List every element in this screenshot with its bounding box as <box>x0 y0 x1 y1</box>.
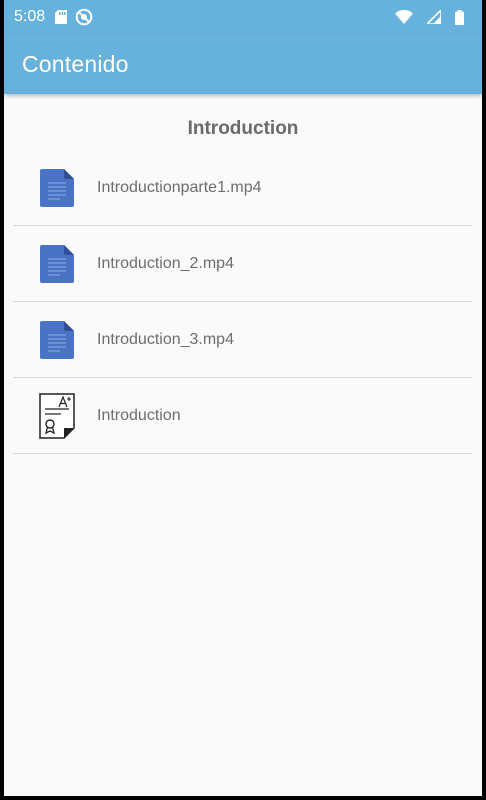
status-bar: 5:08 <box>4 0 482 34</box>
document-icon <box>27 168 87 207</box>
sd-card-icon <box>55 10 68 24</box>
list-item[interactable]: Introductionparte1.mp4 <box>13 150 472 226</box>
signal-icon <box>427 10 441 24</box>
list-item-label: Introduction <box>97 406 181 424</box>
section-title: Introduction <box>187 118 299 139</box>
list-item-label: Introduction_2.mp4 <box>97 254 234 272</box>
list-item-label: Introduction_3.mp4 <box>97 330 234 348</box>
content-area: Introduction Introductionparte1.mp4 Intr… <box>4 94 482 454</box>
content-list: Introductionparte1.mp4 Introduction_2.mp… <box>13 150 472 454</box>
list-item-label: Introductionparte1.mp4 <box>97 178 262 196</box>
app-screen: 5:08 Contenido Introduction Introduction… <box>4 0 482 796</box>
list-item[interactable]: Introduction_2.mp4 <box>13 226 472 302</box>
document-icon <box>27 320 87 359</box>
no-data-icon <box>75 8 93 26</box>
status-time: 5:08 <box>14 8 46 25</box>
document-icon <box>27 244 87 283</box>
wifi-icon <box>395 10 413 24</box>
list-item[interactable]: Introduction_3.mp4 <box>13 302 472 378</box>
battery-icon <box>455 9 464 25</box>
certificate-icon <box>27 392 87 439</box>
status-right-icons <box>395 9 472 25</box>
app-bar-title: Contenido <box>22 50 129 77</box>
list-item[interactable]: Introduction <box>13 378 472 454</box>
app-bar: Contenido <box>4 34 482 94</box>
